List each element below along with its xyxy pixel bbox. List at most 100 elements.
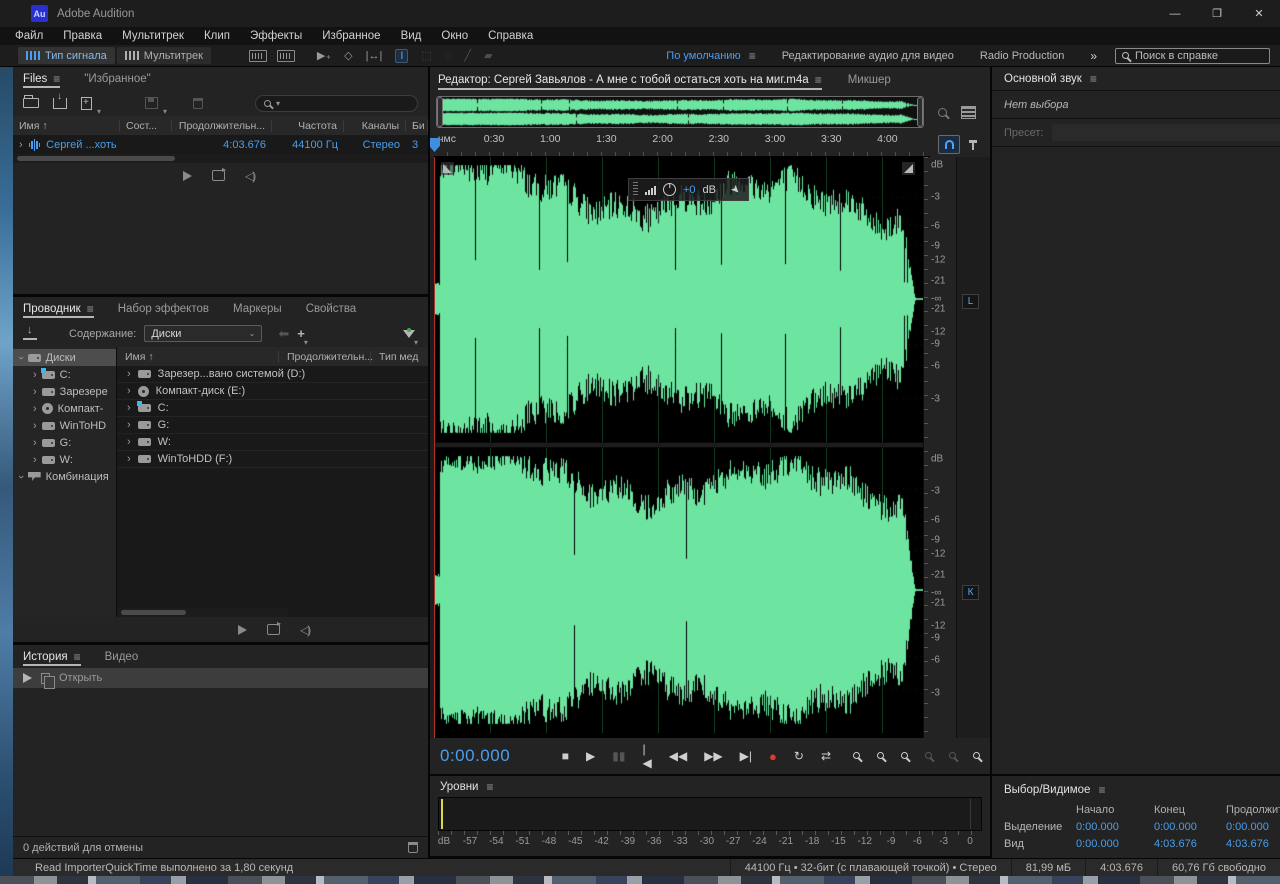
tree-item-1[interactable]: ›C: [13, 366, 116, 383]
files-col-0[interactable]: Имя ↑ [13, 120, 120, 132]
files-col-4[interactable]: Каналы [344, 120, 406, 132]
multitrack-view-button[interactable]: Мультитрек [117, 47, 211, 64]
expand-chevron-icon[interactable]: › [33, 454, 37, 466]
value-end[interactable]: 4:03.676 [1154, 838, 1226, 850]
menu-item-0[interactable]: Файл [15, 30, 43, 42]
gain-value[interactable]: +0 [683, 184, 696, 196]
value-start[interactable]: 0:00.000 [1076, 838, 1154, 850]
delete-file-icon[interactable] [193, 98, 203, 109]
rewind-button[interactable]: ◀◀ [669, 749, 687, 763]
auto-play-icon[interactable]: ◁) [245, 169, 254, 183]
value-duration[interactable]: 4:03.676 [1226, 838, 1280, 850]
right-channel-waveform[interactable] [435, 448, 923, 733]
skip-selection-button[interactable]: ⇄ [821, 749, 831, 763]
expand-chevron-icon[interactable]: › [33, 420, 37, 432]
history-entry[interactable]: Открыть [13, 668, 428, 688]
collapse-chevron-icon[interactable]: › [15, 475, 27, 479]
tree-item-6[interactable]: ›W: [13, 451, 116, 468]
auto-play-icon[interactable]: ◁) [300, 623, 309, 637]
go-to-start-button[interactable]: |◀ [642, 742, 651, 770]
fast-forward-button[interactable]: ▶▶ [704, 749, 722, 763]
files-col-5[interactable]: Би [406, 120, 428, 132]
menu-item-6[interactable]: Вид [401, 30, 422, 42]
marquee-selection-tool-icon[interactable]: ⬚ [421, 49, 431, 62]
list-item[interactable]: ›C: [117, 400, 428, 417]
content-dropdown[interactable]: Диски⌄ [144, 325, 262, 342]
new-file-icon[interactable] [81, 97, 92, 110]
files-col-2[interactable]: Продолжительн... [172, 120, 272, 132]
expand-chevron-icon[interactable]: › [127, 419, 131, 431]
tree-item-7[interactable]: ›Комбинация [13, 468, 116, 485]
list-item[interactable]: ›G: [117, 417, 428, 434]
menu-item-5[interactable]: Избранное [322, 30, 380, 42]
paintbrush-tool-icon[interactable]: ╱ [464, 49, 471, 62]
preset-dropdown[interactable]: ⌄ [1052, 124, 1280, 141]
collapse-chevron-icon[interactable]: › [15, 356, 27, 360]
tab-mixer[interactable]: Микшер [848, 67, 891, 92]
expand-chevron-icon[interactable]: › [127, 453, 131, 465]
tab-проводник[interactable]: Проводник≡ [23, 297, 94, 320]
value-duration[interactable]: 0:00.000 [1226, 821, 1280, 833]
panel-menu-icon[interactable]: ≡ [1098, 783, 1105, 797]
zoom-in-time-selection-button[interactable] [901, 750, 908, 762]
razor-tool-icon[interactable]: ◇ [344, 49, 352, 62]
left-channel-badge[interactable]: L [962, 294, 979, 309]
panel-menu-icon[interactable]: ≡ [74, 650, 81, 664]
tab-favorites[interactable]: "Избранное" [84, 67, 150, 90]
expand-chevron-icon[interactable]: › [127, 436, 131, 448]
tree-item-4[interactable]: ›WinToHD [13, 417, 116, 434]
workspace-menu-icon[interactable]: ≡ [749, 49, 756, 63]
panel-menu-icon[interactable]: ≡ [1090, 72, 1097, 86]
expand-chevron-icon[interactable]: › [33, 369, 37, 381]
waveform-view-button[interactable]: Тип сигнала [18, 47, 115, 64]
tree-item-2[interactable]: ›Зарезере [13, 383, 116, 400]
menu-item-1[interactable]: Правка [63, 30, 102, 42]
spot-healing-tool-icon[interactable]: ▰ [484, 49, 492, 62]
expand-chevron-icon[interactable]: › [33, 437, 37, 449]
open-file-icon[interactable] [23, 98, 39, 108]
browser-col-type[interactable]: Тип мед [370, 351, 428, 363]
value-start[interactable]: 0:00.000 [1076, 821, 1154, 833]
tab-files[interactable]: Files≡ [23, 67, 60, 90]
tab-history[interactable]: История≡ [23, 645, 81, 668]
tab-свойства[interactable]: Свойства [306, 297, 357, 320]
timeline-ruler[interactable]: чмс 0:301:001:302:002:303:003:304:00 [430, 132, 990, 157]
save-file-icon[interactable] [145, 97, 158, 109]
expand-chevron-icon[interactable]: › [33, 403, 37, 415]
workspace-tab-0[interactable]: По умолчанию [666, 50, 740, 62]
playhead-marker[interactable] [430, 138, 440, 152]
expand-chevron-icon[interactable]: › [33, 386, 37, 398]
slip-tool-icon[interactable]: |↔| [366, 50, 383, 62]
panel-menu-icon[interactable]: ≡ [486, 780, 493, 794]
snap-toggle[interactable] [938, 135, 960, 154]
expand-chevron-icon[interactable]: › [127, 385, 131, 397]
panel-menu-icon[interactable]: ≡ [53, 72, 60, 86]
zoom-in-point-button[interactable] [973, 750, 980, 762]
waveform-display[interactable]: +0 dB ➤ dB-3-6-9-12-21-∞-21-12-9-6-3dB-3… [430, 157, 990, 738]
hud-grip-icon[interactable] [633, 182, 638, 197]
fade-in-handle[interactable] [441, 162, 454, 175]
panel-menu-icon[interactable]: ≡ [815, 73, 822, 87]
panel-menu-icon[interactable]: ≡ [87, 302, 94, 316]
files-hscrollbar[interactable] [13, 154, 428, 163]
fade-out-handle[interactable] [902, 162, 915, 175]
maximize-button[interactable]: ❐ [1196, 0, 1238, 27]
lasso-selection-tool-icon[interactable]: ◌ [445, 50, 452, 62]
editor-layout-icon[interactable] [961, 106, 976, 119]
amplitude-ruler[interactable]: dB-3-6-9-12-21-∞-21-12-9-6-3dB-3-6-9-12-… [923, 157, 956, 738]
gain-hud[interactable]: +0 dB ➤ [628, 178, 749, 201]
expand-chevron-icon[interactable]: › [19, 139, 23, 151]
files-search-input[interactable]: ▾ [255, 95, 418, 112]
import-file-icon[interactable] [53, 98, 67, 109]
table-row[interactable]: ›Сергей ...хоть на миг.m4a4:03.67644100 … [13, 135, 428, 154]
move-tool-icon[interactable]: ▶₊ [317, 49, 331, 62]
tree-item-3[interactable]: ›Компакт- [13, 400, 116, 417]
right-channel-badge[interactable]: К [962, 585, 979, 600]
menu-item-3[interactable]: Клип [204, 30, 230, 42]
vertical-zoom-bar[interactable]: L К [956, 157, 990, 738]
stop-button[interactable]: ■ [562, 749, 569, 763]
waveform-plot[interactable]: +0 dB ➤ [434, 157, 923, 738]
tab-набор-эффектов[interactable]: Набор эффектов [118, 297, 209, 320]
record-button[interactable]: ● [769, 749, 777, 764]
workspace-tab-1[interactable]: Редактирование аудио для видео [782, 50, 954, 62]
